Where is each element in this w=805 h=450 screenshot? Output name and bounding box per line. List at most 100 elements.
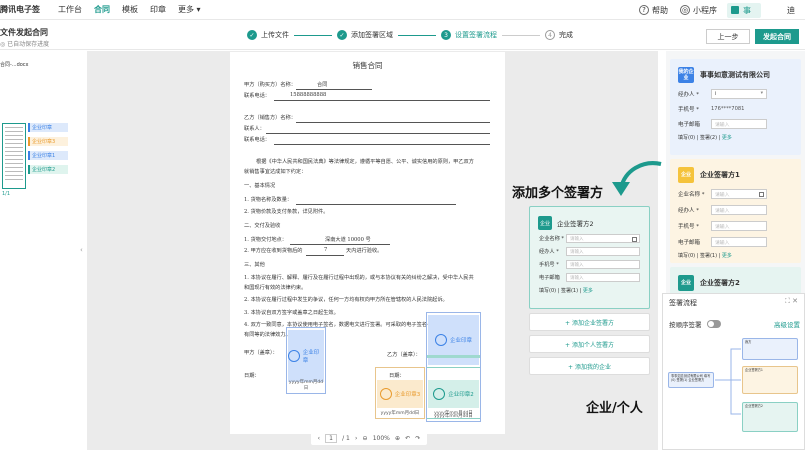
- signer-title: 企业签署方1: [700, 171, 740, 179]
- clause: 2. 甲方应在收到货物后的: [244, 248, 303, 254]
- seal-icon: [434, 334, 447, 346]
- enterprise-switcher[interactable]: 事: [727, 2, 761, 18]
- nav-more[interactable]: 更多 ▾: [178, 4, 201, 15]
- email-input[interactable]: 请输入: [711, 119, 767, 129]
- phone-input[interactable]: 请输入: [711, 221, 767, 231]
- section-heading: 一、基本情况: [244, 183, 276, 189]
- doc-intro: 根据《中华人民共和国民法典》等法律规定，遵循平等自愿、公平、诚实信用的原则，甲乙…: [256, 159, 474, 165]
- zoom-out-icon[interactable]: ⊖: [363, 435, 368, 442]
- flow-node-enterprise-2[interactable]: 企业签署方2: [742, 402, 798, 432]
- miniprogram-label: 小程序: [693, 5, 717, 15]
- company-name-input[interactable]: 请输入: [711, 189, 767, 199]
- signer-card-enterprise-1: 企业 企业签署方1 企业名称 * 请输入 经办人 * 请输入 手机号 * 请输入 电子邮…: [670, 159, 801, 263]
- operator-select[interactable]: i ▾: [711, 89, 767, 99]
- search-book-icon[interactable]: [632, 237, 637, 242]
- collapse-panel-icon[interactable]: ‹: [80, 246, 83, 254]
- step-number: 4: [545, 30, 555, 40]
- more-link[interactable]: 更多: [722, 253, 732, 259]
- question-icon: ?: [639, 5, 649, 15]
- clause: 2. 货物价款及支付条款，详见附件。: [244, 209, 329, 215]
- more-link[interactable]: 更多: [583, 288, 593, 294]
- seal-area-main[interactable]: 企业印章 yyyy年mm月dd日: [426, 312, 481, 422]
- clause-value: 深南大道 10000 号: [325, 237, 371, 243]
- page-total: / 1: [342, 434, 350, 442]
- flow-node-initiator[interactable]: 事事如意测试有限公司 填写(0) 签署(1) 企业签署方: [668, 372, 714, 388]
- nav-contract[interactable]: 合同: [94, 4, 110, 15]
- email-input[interactable]: 请输入: [566, 273, 640, 282]
- step-add-area: ✓ 添加签署区域: [337, 30, 393, 40]
- underline: [296, 204, 456, 205]
- page-title: 文件发起合同: [0, 28, 48, 37]
- nav-template[interactable]: 模板: [122, 4, 138, 15]
- signer-card-my-enterprise: 我的企业 事事如意测试有限公司 经办人 * i ▾ 手机号 * 176****7081 …: [670, 59, 801, 155]
- field-label: 经办人 *: [539, 249, 559, 255]
- underline: [274, 100, 490, 101]
- clause: 2. 本协议在履行过程中发生的争议，任何一方均有权向甲方所在管辖权的人民法院起诉…: [244, 297, 448, 303]
- signer-footer: 填写(0) | 签署(1) | 更多: [678, 252, 801, 259]
- user-avatar[interactable]: 迪: [787, 5, 795, 16]
- nav-workbench[interactable]: 工作台: [58, 4, 82, 15]
- seal-tag[interactable]: 企业印章1: [28, 151, 68, 160]
- step-label: 完成: [559, 31, 573, 39]
- thumbnail-page-number: 1/1: [2, 191, 11, 197]
- step-finish: 4 完成: [545, 30, 573, 40]
- search-book-icon[interactable]: [759, 192, 764, 197]
- callout-add-multiple: 添加多个签署方: [512, 186, 604, 201]
- field-label: 手机号 *: [539, 262, 559, 268]
- contact-a-value: 15888888888: [290, 92, 327, 98]
- zoom-in-icon[interactable]: ⊕: [395, 435, 400, 442]
- chevron-down-icon: ▾: [760, 91, 763, 96]
- operator-input[interactable]: 请输入: [566, 247, 640, 256]
- seal-area-3[interactable]: 企业印章3 yyyy年mm月dd日: [375, 367, 425, 419]
- signer-footer: 填写(0) | 签署(2) | 更多: [678, 134, 801, 141]
- seal-tag[interactable]: 企业印章3: [28, 137, 68, 146]
- miniprogram-icon: ◎: [680, 5, 690, 15]
- next-page-icon[interactable]: ›: [355, 435, 357, 442]
- undo-icon[interactable]: ↶: [405, 435, 410, 442]
- step-label: 上传文件: [261, 31, 289, 39]
- add-enterprise-signer-button[interactable]: + 添加企业签署方: [529, 313, 650, 331]
- miniprogram-link[interactable]: ◎ 小程序: [680, 5, 717, 16]
- field-label: 电子邮箱: [678, 240, 701, 246]
- seal-tag[interactable]: 企业印章: [28, 123, 68, 132]
- company-name-input[interactable]: 请输入: [566, 234, 640, 243]
- field-label: 电子邮箱: [678, 122, 701, 128]
- enterprise-badge: 企业: [538, 216, 552, 230]
- seal-icon: [288, 350, 300, 362]
- file-name: 合同-...docx: [0, 62, 29, 68]
- seal-area-party-a[interactable]: 企业印章 yyyy年mm月dd日: [286, 327, 326, 394]
- field-label: 手机号 *: [678, 224, 699, 230]
- prev-page-icon[interactable]: ‹: [318, 435, 320, 442]
- add-my-enterprise-button[interactable]: + 添加我的企业: [529, 357, 650, 375]
- operator-input[interactable]: 请输入: [711, 205, 767, 215]
- step-indicator: ✓ 上传文件 ✓ 添加签署区域 3 设置签署流程 4 完成: [247, 30, 573, 40]
- callout-enterprise-person: 企业/个人: [586, 401, 643, 416]
- phone-input[interactable]: 请输入: [566, 260, 640, 269]
- brand-logo[interactable]: 腾讯电子签: [0, 4, 58, 15]
- date-placeholder: yyyy年mm月dd日: [434, 414, 473, 419]
- input-placeholder: 请输入: [570, 236, 584, 242]
- underline: [274, 144, 490, 145]
- enterprise-icon: [731, 6, 739, 14]
- more-link[interactable]: 更多: [722, 135, 732, 141]
- autosave-status: ◎ 已自动保存进度: [0, 39, 49, 48]
- page-input[interactable]: 1: [325, 433, 337, 443]
- flow-node-enterprise-1[interactable]: 企业签署方1: [742, 366, 798, 394]
- seal-placeholder: 企业印章: [288, 330, 324, 382]
- help-link[interactable]: ? 帮助: [639, 5, 668, 16]
- page-thumbnail[interactable]: [2, 123, 26, 189]
- clause-value: 7: [324, 247, 328, 253]
- nav-seal[interactable]: 印章: [150, 4, 166, 15]
- redo-icon[interactable]: ↷: [415, 435, 420, 442]
- email-input[interactable]: 请输入: [711, 237, 767, 247]
- field-label: 手机号 *: [678, 107, 699, 113]
- seal-tag[interactable]: 企业印章2: [28, 165, 68, 174]
- autosave-label: 已自动保存进度: [7, 41, 50, 48]
- prev-button[interactable]: 上一步: [706, 29, 750, 44]
- clause: 天内进行验收。: [346, 248, 383, 254]
- flow-node-my-enterprise[interactable]: 我方: [742, 338, 798, 360]
- date-placeholder: yyyy年mm月dd日: [380, 411, 420, 416]
- drag-band: [427, 355, 480, 358]
- add-person-signer-button[interactable]: + 添加个人签署方: [529, 335, 650, 353]
- send-contract-button[interactable]: 发起合同: [755, 29, 799, 44]
